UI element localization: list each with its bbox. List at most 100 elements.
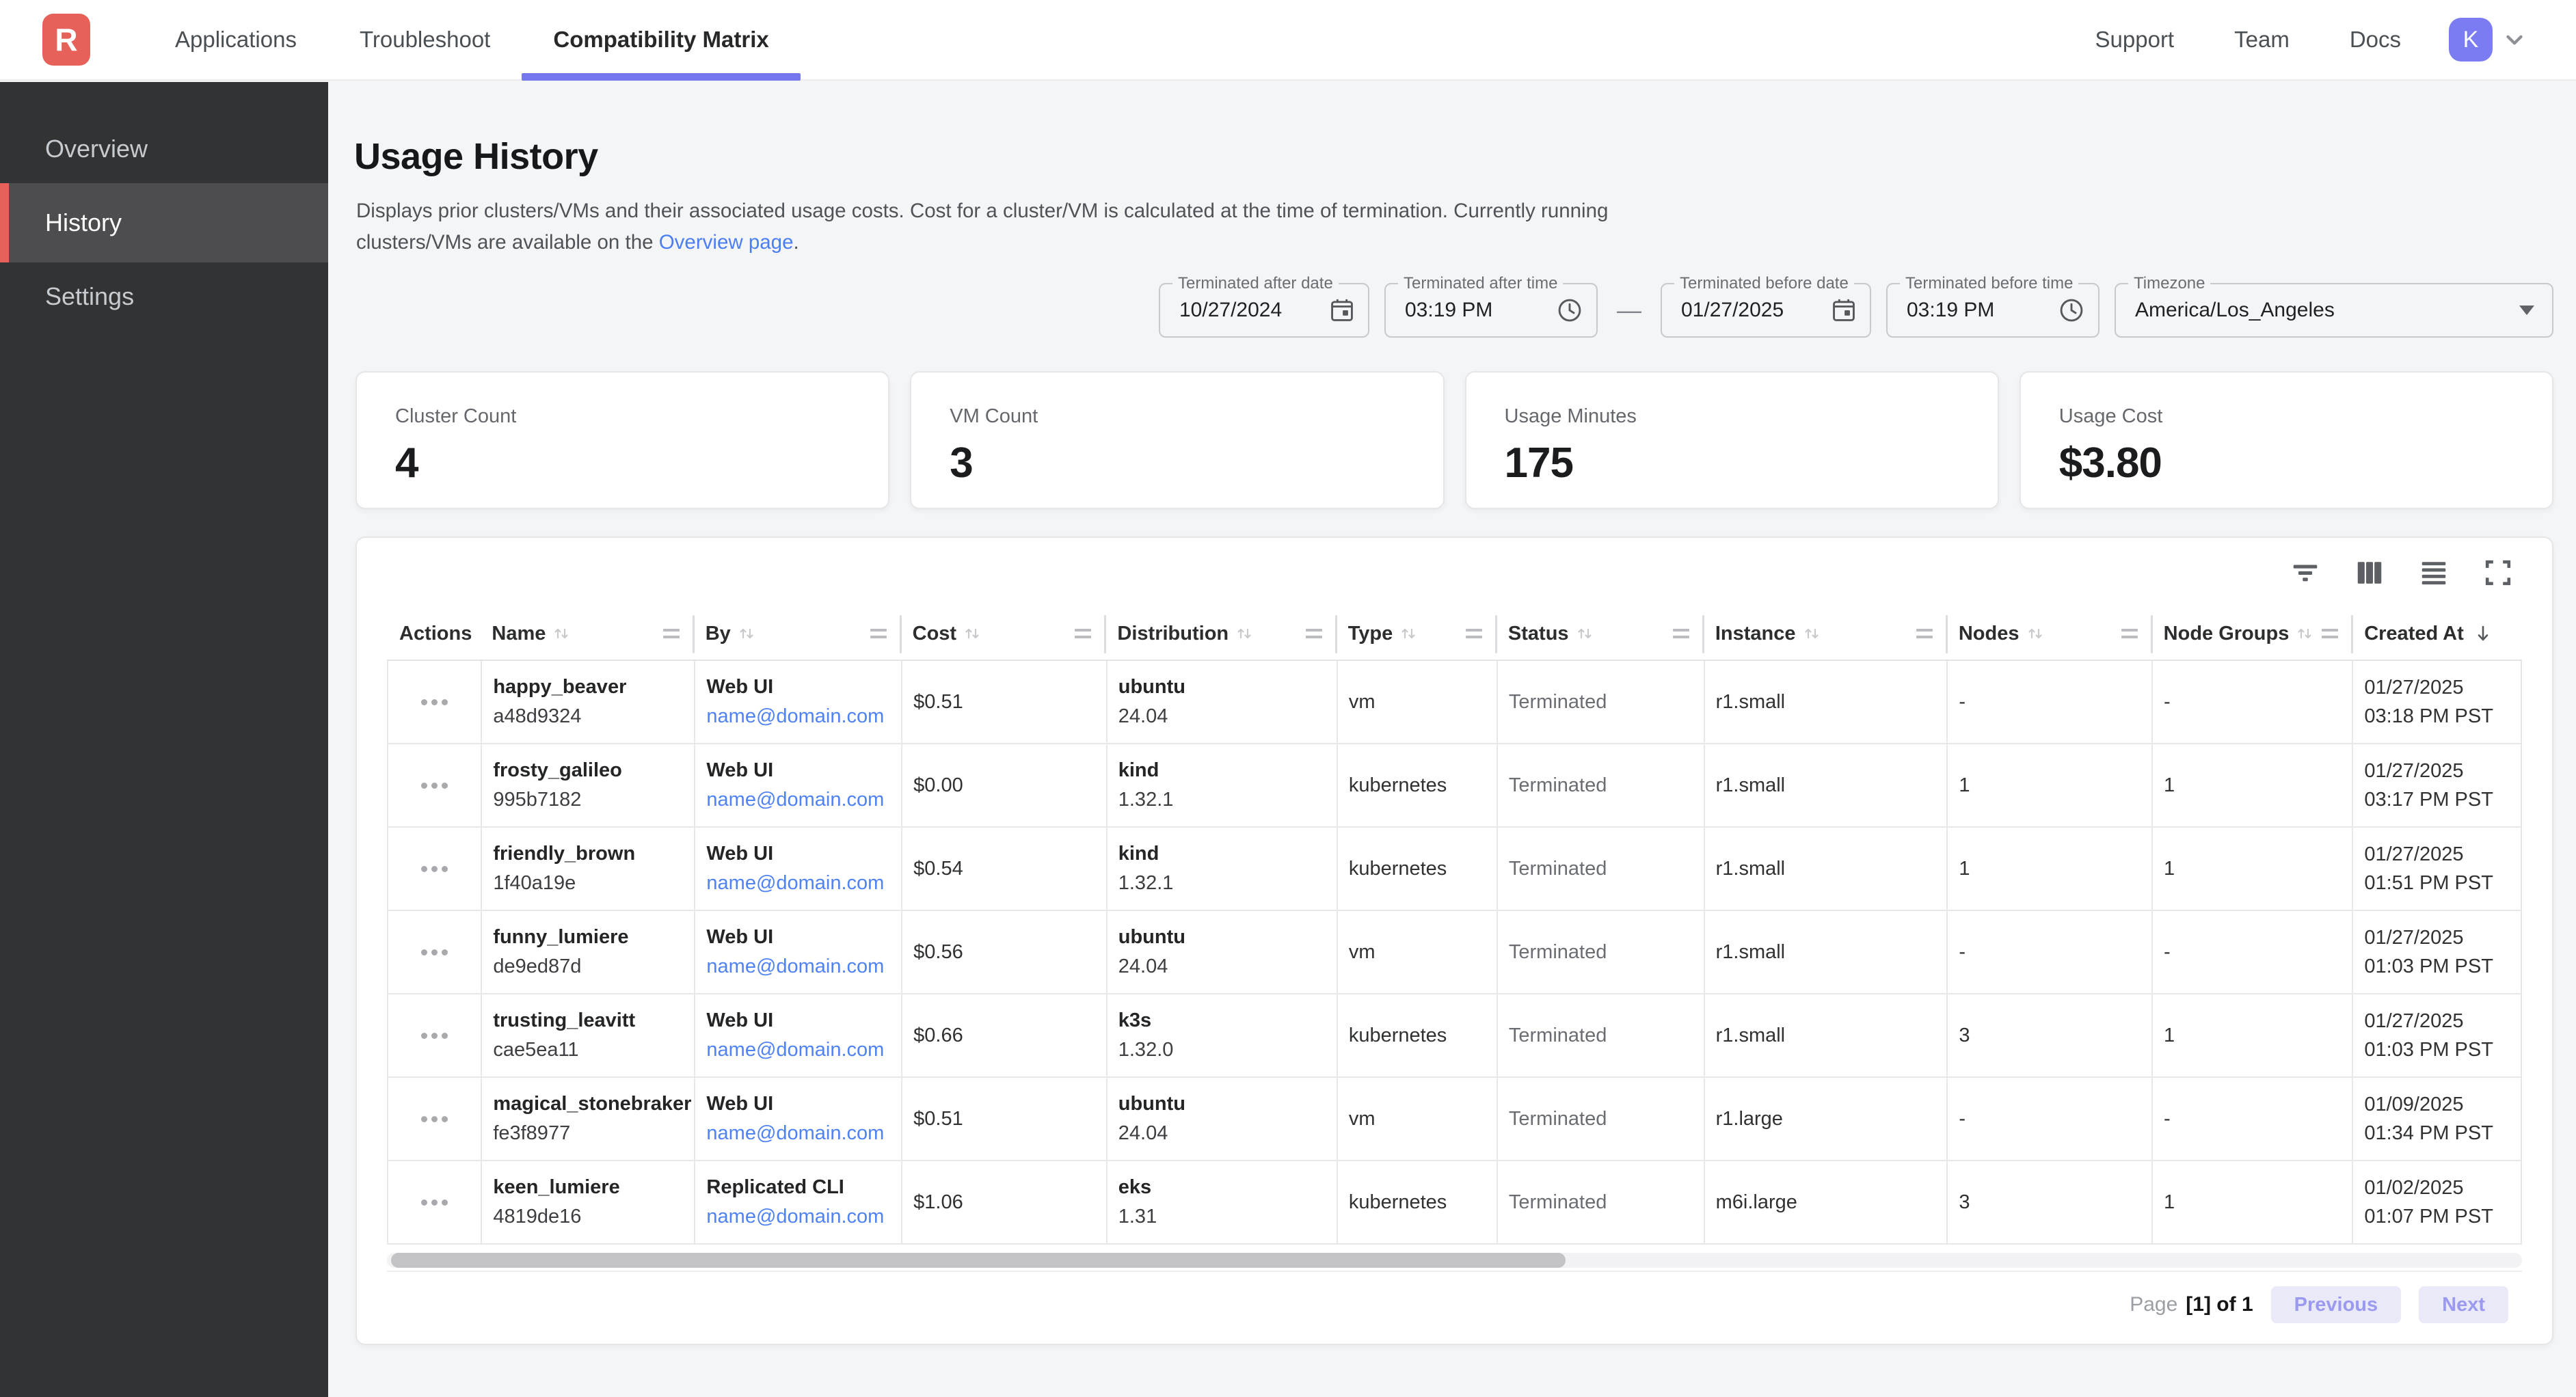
- table-body: happy_beavera48d9324 Web UIname@domain.c…: [387, 661, 2522, 1245]
- filter-bar: Terminated after date 10/27/2024 Termina…: [1159, 282, 2553, 339]
- column-header-type[interactable]: Type: [1337, 608, 1497, 660]
- more-actions-icon[interactable]: [421, 1199, 448, 1206]
- row-actions-button[interactable]: [388, 1078, 482, 1160]
- clock-icon[interactable]: [1555, 296, 1584, 325]
- calendar-icon[interactable]: [1830, 297, 1857, 324]
- created-by-email-link[interactable]: name@domain.com: [706, 1202, 901, 1232]
- column-header-distribution[interactable]: Distribution: [1106, 608, 1337, 660]
- row-actions-button[interactable]: [388, 661, 482, 743]
- sort-icon[interactable]: [1234, 623, 1255, 644]
- calendar-icon[interactable]: [1328, 297, 1356, 324]
- nav-item-docs[interactable]: Docs: [2320, 0, 2431, 79]
- column-menu-icon[interactable]: [870, 629, 887, 638]
- cluster-id: cae5ea11: [493, 1035, 694, 1065]
- row-actions-button[interactable]: [388, 994, 482, 1076]
- sort-icon[interactable]: [1574, 623, 1595, 644]
- status-value: Terminated: [1509, 858, 1704, 880]
- more-actions-icon[interactable]: [421, 699, 448, 705]
- sort-icon[interactable]: [2294, 623, 2315, 644]
- column-menu-icon[interactable]: [1075, 629, 1091, 638]
- timezone-value[interactable]: America/Los_Angeles: [2116, 299, 2335, 322]
- column-header-status[interactable]: Status: [1497, 608, 1704, 660]
- timezone-select[interactable]: Timezone America/Los_Angeles: [2115, 283, 2553, 338]
- row-actions-button[interactable]: [388, 1161, 482, 1243]
- sort-descending-icon[interactable]: [2472, 623, 2494, 645]
- columns-icon[interactable]: [2354, 557, 2385, 588]
- created-by-email-link[interactable]: name@domain.com: [706, 1035, 901, 1065]
- cluster-id: de9ed87d: [493, 952, 694, 981]
- created-by-email-link[interactable]: name@domain.com: [706, 785, 901, 815]
- account-menu[interactable]: K: [2449, 18, 2527, 62]
- created-date: 01/27/2025: [2364, 757, 2521, 785]
- cluster-name: happy_beaver: [493, 673, 694, 702]
- column-menu-icon[interactable]: [2322, 629, 2338, 638]
- type-value: kubernetes: [1349, 1025, 1497, 1047]
- column-menu-icon[interactable]: [663, 629, 680, 638]
- sort-icon[interactable]: [962, 623, 982, 644]
- created-by-email-link[interactable]: name@domain.com: [706, 702, 901, 731]
- app-logo[interactable]: R: [42, 14, 90, 66]
- nav-item-applications[interactable]: Applications: [144, 0, 328, 79]
- sort-icon[interactable]: [1398, 623, 1419, 644]
- created-by-email-link[interactable]: name@domain.com: [706, 869, 901, 898]
- column-menu-icon[interactable]: [1306, 629, 1322, 638]
- terminated-after-time-value[interactable]: 03:19 PM: [1386, 299, 1492, 322]
- row-actions-button[interactable]: [388, 744, 482, 826]
- terminated-before-time-value[interactable]: 03:19 PM: [1888, 299, 1994, 322]
- scrollbar-thumb[interactable]: [391, 1253, 1566, 1268]
- distribution-name: k3s: [1118, 1006, 1337, 1035]
- sidebar-item-overview[interactable]: Overview: [0, 115, 328, 183]
- fullscreen-icon[interactable]: [2482, 557, 2514, 588]
- table-row: funny_lumierede9ed87d Web UIname@domain.…: [388, 911, 2522, 994]
- filter-icon[interactable]: [2290, 557, 2321, 588]
- column-header-created-at[interactable]: Created At: [2353, 608, 2522, 660]
- sidebar-item-history[interactable]: History: [0, 183, 328, 262]
- column-header-instance[interactable]: Instance: [1704, 608, 1948, 660]
- row-actions-button[interactable]: [388, 911, 482, 993]
- dropdown-arrow-icon[interactable]: [2519, 306, 2534, 315]
- more-actions-icon[interactable]: [421, 1033, 448, 1039]
- column-header-nodes[interactable]: Nodes: [1948, 608, 2153, 660]
- column-menu-icon[interactable]: [1673, 629, 1689, 638]
- nav-item-troubleshoot[interactable]: Troubleshoot: [328, 0, 522, 79]
- terminated-before-date-field[interactable]: Terminated before date 01/27/2025: [1661, 283, 1871, 338]
- horizontal-scrollbar[interactable]: [387, 1249, 2522, 1272]
- nav-item-support[interactable]: Support: [2065, 0, 2205, 79]
- density-icon[interactable]: [2418, 557, 2450, 588]
- avatar[interactable]: K: [2449, 18, 2493, 62]
- overview-page-link[interactable]: Overview page: [659, 231, 794, 254]
- date-range-separator: —: [1617, 296, 1641, 325]
- more-actions-icon[interactable]: [421, 1116, 448, 1122]
- terminated-after-date-field[interactable]: Terminated after date 10/27/2024: [1159, 283, 1369, 338]
- nav-item-compatibility-matrix[interactable]: Compatibility Matrix: [522, 0, 800, 79]
- created-by-email-link[interactable]: name@domain.com: [706, 1119, 901, 1148]
- terminated-after-date-value[interactable]: 10/27/2024: [1160, 299, 1282, 322]
- more-actions-icon[interactable]: [421, 866, 448, 872]
- row-actions-button[interactable]: [388, 828, 482, 910]
- table-row: magical_stonebrakerfe3f8977 Web UIname@d…: [388, 1078, 2522, 1161]
- column-header-by[interactable]: By: [695, 608, 902, 660]
- clock-icon[interactable]: [2057, 296, 2086, 325]
- sort-icon[interactable]: [1801, 623, 1822, 644]
- column-menu-icon[interactable]: [1466, 629, 1482, 638]
- previous-page-button[interactable]: Previous: [2271, 1286, 2402, 1323]
- nav-item-team[interactable]: Team: [2204, 0, 2320, 79]
- sort-icon[interactable]: [551, 623, 572, 644]
- sort-icon[interactable]: [736, 623, 757, 644]
- distribution-name: kind: [1118, 839, 1337, 869]
- column-header-cost[interactable]: Cost: [902, 608, 1107, 660]
- terminated-after-time-field[interactable]: Terminated after time 03:19 PM: [1384, 283, 1598, 338]
- terminated-before-date-value[interactable]: 01/27/2025: [1662, 299, 1784, 322]
- created-by-email-link[interactable]: name@domain.com: [706, 952, 901, 981]
- more-actions-icon[interactable]: [421, 949, 448, 955]
- column-header-node-groups[interactable]: Node Groups: [2153, 608, 2354, 660]
- column-menu-icon[interactable]: [2121, 629, 2138, 638]
- terminated-before-time-field[interactable]: Terminated before time 03:19 PM: [1886, 283, 2099, 338]
- more-actions-icon[interactable]: [421, 783, 448, 789]
- column-menu-icon[interactable]: [1916, 629, 1933, 638]
- created-by-source: Web UI: [706, 923, 901, 952]
- sort-icon[interactable]: [2025, 623, 2045, 644]
- next-page-button[interactable]: Next: [2419, 1286, 2508, 1323]
- column-header-name[interactable]: Name: [481, 608, 694, 660]
- sidebar-item-settings[interactable]: Settings: [0, 262, 328, 331]
